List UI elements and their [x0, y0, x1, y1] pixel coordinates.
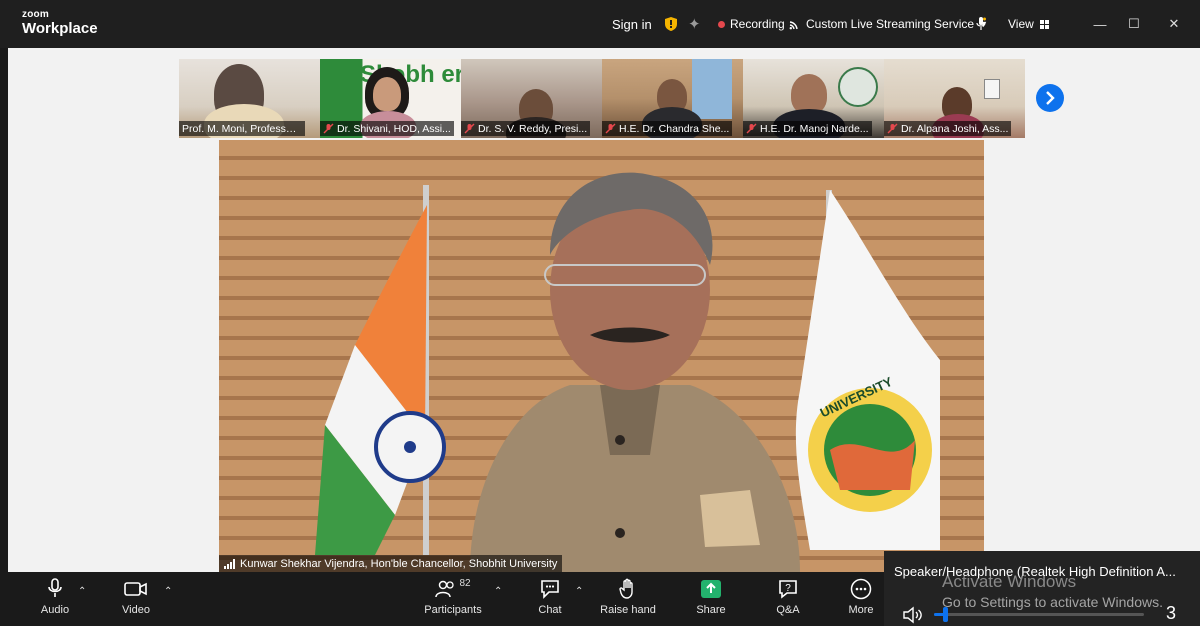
participant-name: H.E. Dr. Chandra She...	[619, 122, 730, 135]
share-screen-icon	[701, 580, 721, 598]
microphone-icon	[48, 578, 62, 597]
share-label: Share	[696, 604, 726, 616]
more-options-icon	[850, 578, 872, 600]
recording-dot-icon	[718, 20, 725, 28]
chat-bubble-icon	[541, 580, 559, 599]
participant-name: Dr. Shivani, HOD, Assi...	[337, 122, 451, 135]
next-page-button[interactable]	[1036, 84, 1064, 112]
view-button[interactable]: View	[1008, 0, 1049, 48]
chat-button[interactable]: Chat	[515, 578, 585, 616]
participant-tile[interactable]: Prof. M. Moni, Professor...	[179, 59, 320, 138]
zoom-logo: zoom Workplace	[22, 9, 98, 37]
participant-name-tag: Dr. Shivani, HOD, Assi...	[320, 121, 454, 136]
qa-button[interactable]: ? Q&A	[753, 578, 823, 616]
participant-tile[interactable]: H.E. Dr. Chandra She...	[602, 59, 743, 138]
raise-hand-button[interactable]: Raise hand	[593, 578, 663, 616]
participant-thumbnail-strip: Prof. M. Moni, Professor... Shobh ersi D…	[179, 59, 1025, 138]
more-label: More	[848, 604, 874, 616]
view-label: View	[1008, 17, 1034, 31]
muted-mic-icon	[887, 123, 898, 134]
participant-name-tag: Dr. Alpana Joshi, Ass...	[884, 121, 1012, 136]
muted-mic-icon	[323, 123, 334, 134]
participants-options-caret-icon[interactable]: ⌃	[494, 586, 502, 597]
close-button[interactable]: ✕	[1154, 0, 1194, 48]
activate-windows-subtitle: Go to Settings to activate Windows.	[942, 594, 1163, 610]
participant-tile[interactable]: H.E. Dr. Manoj Narde...	[743, 59, 884, 138]
participant-tile[interactable]: Dr. Alpana Joshi, Ass...	[884, 59, 1025, 138]
participant-name-tag: H.E. Dr. Manoj Narde...	[743, 121, 872, 136]
chevron-right-icon	[1046, 91, 1055, 105]
participants-count: 82	[459, 578, 471, 589]
recording-indicator[interactable]: Recording	[718, 0, 785, 48]
title-bar: zoom Workplace Sign in ✦ Recording Custo…	[0, 0, 1200, 48]
logo-product: Workplace	[22, 20, 98, 37]
audio-label: Audio	[40, 604, 70, 616]
participant-name-tag: Prof. M. Moni, Professor...	[179, 121, 305, 136]
recording-label: Recording	[730, 17, 785, 31]
share-button[interactable]: Share	[676, 578, 746, 616]
svg-text:?: ?	[785, 583, 791, 594]
shield-icon[interactable]	[664, 0, 678, 48]
active-speaker-name: Kunwar Shekhar Vijendra, Hon'ble Chancel…	[240, 557, 558, 570]
participants-button[interactable]: 82 Participants	[418, 578, 488, 616]
muted-mic-icon	[746, 123, 757, 134]
university-flag: UNIVERSITY	[795, 190, 940, 550]
qa-label: Q&A	[776, 604, 800, 616]
live-streaming-menu[interactable]: Custom Live Streaming Service ▼	[789, 0, 988, 48]
raise-hand-icon	[619, 578, 633, 599]
participant-tile[interactable]: Shobh ersi Dr. Shivani, HOD, Assi...	[320, 59, 461, 138]
video-camera-icon	[124, 582, 147, 596]
signal-strength-icon	[224, 558, 235, 569]
speaker-figure	[470, 172, 800, 572]
audio-options-caret-icon[interactable]: ⌃	[78, 586, 86, 597]
active-speaker-name-tag: Kunwar Shekhar Vijendra, Hon'ble Chancel…	[219, 555, 563, 572]
broadcast-icon	[789, 21, 798, 30]
participant-tile[interactable]: Dr. S. V. Reddy, Presi...	[461, 59, 602, 138]
grid-view-icon	[1039, 19, 1049, 29]
participant-name-tag: Dr. S. V. Reddy, Presi...	[461, 121, 591, 136]
volume-slider[interactable]	[934, 607, 1144, 622]
ai-companion-icon[interactable]: ✦	[688, 0, 701, 48]
audio-button[interactable]: Audio	[20, 578, 90, 616]
activate-windows-title: Activate Windows	[942, 572, 1077, 591]
participants-label: Participants	[424, 604, 482, 616]
microphone-status-icon[interactable]	[976, 0, 986, 48]
participant-name: H.E. Dr. Manoj Narde...	[760, 122, 869, 135]
chat-options-caret-icon[interactable]: ⌃	[575, 586, 583, 597]
chat-label: Chat	[538, 604, 562, 616]
maximize-button[interactable]: ☐	[1114, 0, 1154, 48]
video-options-caret-icon[interactable]: ⌃	[164, 586, 172, 597]
speaker-volume-icon[interactable]	[902, 605, 924, 625]
participant-name: Dr. S. V. Reddy, Presi...	[478, 122, 588, 135]
participant-name: Prof. M. Moni, Professor...	[182, 122, 302, 135]
participant-name-tag: H.E. Dr. Chandra She...	[602, 121, 733, 136]
live-streaming-label: Custom Live Streaming Service	[806, 17, 975, 31]
participant-name: Dr. Alpana Joshi, Ass...	[901, 122, 1009, 135]
muted-mic-icon	[605, 123, 616, 134]
video-label: Video	[122, 604, 150, 616]
participants-icon	[435, 580, 455, 598]
raise-hand-label: Raise hand	[600, 604, 656, 616]
logo-brand: zoom	[22, 9, 49, 20]
question-answer-icon: ?	[779, 580, 797, 599]
muted-mic-icon	[464, 123, 475, 134]
volume-number: 3	[1166, 603, 1177, 623]
video-button[interactable]: Video	[101, 578, 171, 616]
sign-in-button[interactable]: Sign in	[612, 0, 652, 48]
